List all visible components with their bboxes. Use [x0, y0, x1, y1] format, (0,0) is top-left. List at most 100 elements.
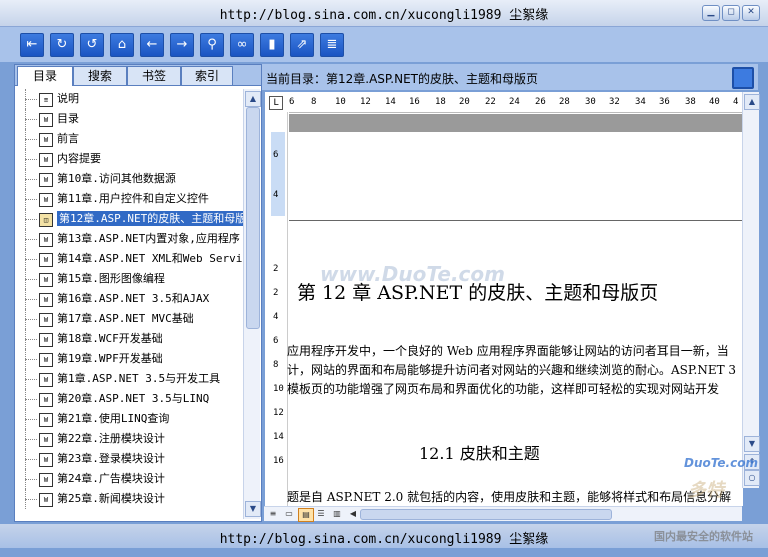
tree-item[interactable]: W 第14章.ASP.NET XML和Web Services [17, 249, 243, 269]
doc-icon: W [39, 273, 53, 287]
tree-item-selected[interactable]: ◫ 第12章.ASP.NET的皮肤、主题和母版页 [17, 209, 243, 229]
doc-icon: W [39, 293, 53, 307]
scroll-down-icon[interactable]: ▼ [744, 436, 760, 452]
tree-item[interactable]: W 前言 [17, 129, 243, 149]
doc-icon: W [39, 413, 53, 427]
doc-icon: W [39, 253, 53, 267]
tab-index[interactable]: 索引 [181, 66, 233, 85]
bookmark-icon[interactable]: ▮ [260, 33, 284, 57]
arrow-left-icon[interactable]: ← [140, 33, 164, 57]
tree-item[interactable]: W 第24章.广告模块设计 [17, 469, 243, 489]
document-view: L 6 8 10 12 14 16 18 20 22 24 26 28 30 3… [264, 92, 743, 506]
home-icon[interactable]: ⌂ [110, 33, 134, 57]
tree-item[interactable]: W 第22章.注册模块设计 [17, 429, 243, 449]
doc-icon: W [39, 233, 53, 247]
window-title: http://blog.sina.com.cn/xucongli1989 尘絮缘 [219, 8, 549, 23]
status-text: http://blog.sina.com.cn/xucongli1989 尘絮缘 [219, 532, 549, 547]
doc-icon: W [39, 133, 53, 147]
outline-view-icon[interactable]: ☰ [314, 508, 328, 520]
scroll-up-icon[interactable]: ▲ [744, 94, 760, 110]
restore-button[interactable]: ◻ [722, 5, 740, 21]
document-scrollbar[interactable]: ▲ ▼ ⇞ ○ [742, 92, 760, 488]
normal-view-icon[interactable]: ≡ [266, 508, 280, 520]
section-heading: 12.1 皮肤和主题 [419, 444, 540, 463]
app-window: http://blog.sina.com.cn/xucongli1989 尘絮缘… [0, 0, 768, 557]
doc-icon: W [39, 373, 53, 387]
tree-item[interactable]: W 目录 [17, 109, 243, 129]
search-icon[interactable]: ⚲ [200, 33, 224, 57]
doc-icon: W [39, 313, 53, 327]
tree-item[interactable]: W 内容提要 [17, 149, 243, 169]
open-icon[interactable]: ⇤ [20, 33, 44, 57]
tree-item[interactable]: W 第25章.新闻模块设计 [17, 489, 243, 509]
doc-icon: W [39, 113, 53, 127]
window-controls: ▁ ◻ ✕ [702, 5, 760, 21]
minimize-button[interactable]: ▁ [702, 5, 720, 21]
horizontal-scrollbar[interactable]: ≡ ▭ ▤ ☰ ▥ ◀ [264, 506, 742, 522]
link-icon[interactable]: ∞ [230, 33, 254, 57]
paragraph-line: 应用程序开发中，一个良好的 Web 应用程序界面能够让网站的访问者耳目一新，当 [287, 344, 729, 358]
tree-item[interactable]: W 第16章.ASP.NET 3.5和AJAX [17, 289, 243, 309]
tree-item[interactable]: W 第23章.登录模块设计 [17, 449, 243, 469]
horizontal-ruler: 6 8 10 12 14 16 18 20 22 24 26 28 30 32 … [289, 92, 743, 113]
vertical-ruler: 6 4 2 2 4 6 8 10 12 14 16 [265, 112, 288, 506]
toolbar: ⇤ ↻ ↺ ⌂ ← → ⚲ ∞ ▮ ⇗ ≣ [0, 27, 768, 62]
tab-search[interactable]: 搜索 [73, 66, 127, 85]
doc-icon: W [39, 153, 53, 167]
tree-item[interactable]: W 第20章.ASP.NET 3.5与LINQ [17, 389, 243, 409]
tree-item[interactable]: W 第17章.ASP.NET MVC基础 [17, 309, 243, 329]
watermark: www.DuoTe.com [320, 262, 505, 286]
tab-strip: 目录 搜索 书签 索引 [15, 65, 261, 86]
page-icon: ≡ [39, 93, 53, 107]
paragraph-line: 模板页的功能增强了网页布局和界面优化的功能，这样即可轻松的实现对网站开发 [287, 382, 720, 396]
tab-contents[interactable]: 目录 [17, 66, 73, 86]
scroll-thumb[interactable] [360, 509, 612, 520]
tab-bookmarks[interactable]: 书签 [127, 66, 181, 85]
watermark: DuoTe.com [684, 456, 758, 470]
scroll-left-icon[interactable]: ◀ [346, 508, 360, 520]
tree-item[interactable]: W 第11章.用户控件和自定义控件 [17, 189, 243, 209]
tree-item[interactable]: W 第15章.图形图像编程 [17, 269, 243, 289]
doc-icon: W [39, 193, 53, 207]
tree-item[interactable]: W 第19章.WPF开发基础 [17, 349, 243, 369]
print-view-icon[interactable]: ▤ [298, 508, 314, 522]
scroll-up-icon[interactable]: ▲ [245, 91, 261, 107]
web-view-icon[interactable]: ▭ [282, 508, 296, 520]
doc-icon: W [39, 453, 53, 467]
refresh-icon[interactable]: ↻ [50, 33, 74, 57]
tree-item[interactable]: W 第13章.ASP.NET内置对象,应用程序 [17, 229, 243, 249]
arrow-right-icon[interactable]: → [170, 33, 194, 57]
export-icon[interactable]: ⇗ [290, 33, 314, 57]
tree-item[interactable]: W 第21章.使用LINQ查询 [17, 409, 243, 429]
tree-item[interactable]: W 第18章.WCF开发基础 [17, 329, 243, 349]
doc-icon: W [39, 393, 53, 407]
paragraph-line: 题是自 ASP.NET 2.0 就包括的内容，使用皮肤和主题，能够将样式和布局信… [287, 490, 732, 504]
doc-icon: W [39, 433, 53, 447]
back-rotate-icon[interactable]: ↺ [80, 33, 104, 57]
doc-icon: W [39, 173, 53, 187]
doc-icon: W [39, 353, 53, 367]
tree-item[interactable]: ≡ 说明 [17, 89, 243, 109]
doc-icon: W [39, 333, 53, 347]
tree-item[interactable]: W 第1章.ASP.NET 3.5与开发工具 [17, 369, 243, 389]
left-panel: 目录 搜索 书签 索引 ≡ 说明 W 目录 W 前言 W 内容提要 W 第10章.访问其他… [14, 64, 262, 522]
page-gap [289, 114, 743, 132]
close-button[interactable]: ✕ [742, 5, 760, 21]
reading-view-icon[interactable]: ▥ [330, 508, 344, 520]
watermark: 多特 [688, 480, 724, 501]
scroll-down-icon[interactable]: ▼ [245, 501, 261, 517]
fullscreen-icon[interactable] [732, 67, 754, 89]
current-directory-label: 当前目录：第12章.ASP.NET的皮肤、主题和母版页 [266, 72, 538, 86]
book-open-icon: ◫ [39, 213, 53, 227]
paragraph-line: 计，网站的界面和布局能够提升访问者对网站的兴趣和继续浏览的耐心。ASP.NET … [287, 363, 737, 377]
notes-icon[interactable]: ≣ [320, 33, 344, 57]
title-bar: http://blog.sina.com.cn/xucongli1989 尘絮缘… [0, 0, 768, 27]
tab-stop-icon[interactable]: L [269, 96, 283, 110]
tree-item[interactable]: W 第10章.访问其他数据源 [17, 169, 243, 189]
browse-object-icon[interactable]: ○ [744, 470, 760, 486]
doc-icon: W [39, 493, 53, 507]
status-bar: http://blog.sina.com.cn/xucongli1989 尘絮缘 [0, 524, 768, 548]
tree-scrollbar[interactable]: ▲ ▼ [243, 89, 261, 519]
scroll-thumb[interactable] [246, 107, 260, 329]
doc-icon: W [39, 473, 53, 487]
